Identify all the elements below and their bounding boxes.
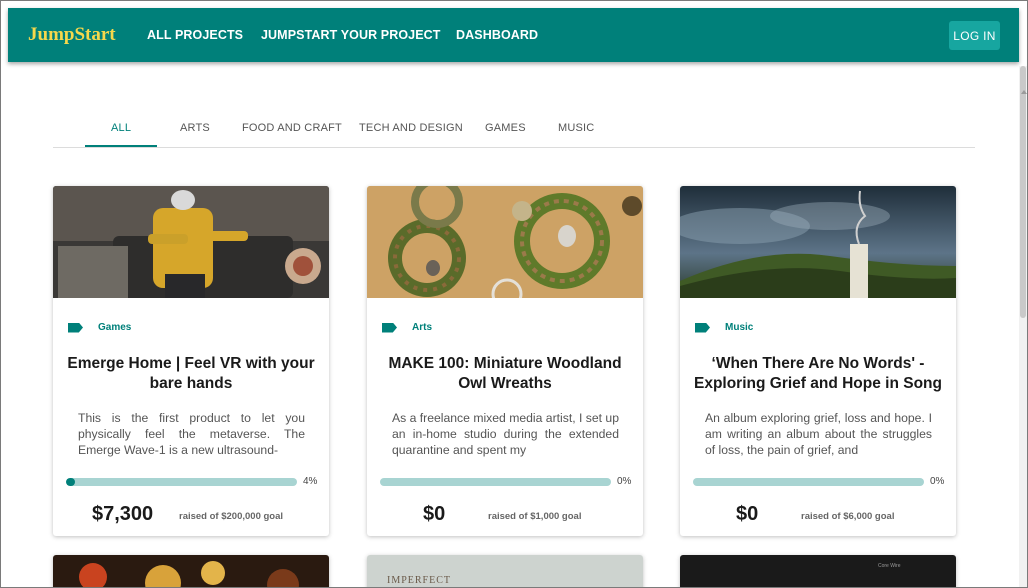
amount-raised: $7,300 — [92, 503, 154, 525]
nav-jumpstart-your-project[interactable]: JUMPSTART YOUR PROJECT — [261, 28, 441, 42]
project-description: This is the first product to let you phy… — [78, 411, 305, 457]
tag-icon — [695, 322, 710, 333]
funding-percent: 0% — [930, 476, 945, 487]
category-label: Arts — [382, 322, 432, 333]
tab-food-and-craft[interactable]: FOOD AND CRAFT — [242, 122, 342, 134]
goal-text: raised of $1,000 goal — [488, 511, 582, 522]
login-button[interactable]: LOG IN — [949, 21, 1000, 50]
project-image-vr[interactable] — [53, 186, 329, 298]
goal-text: raised of $6,000 goal — [801, 511, 895, 522]
project-title[interactable]: ‘When There Are No Words' - Exploring Gr… — [692, 354, 944, 394]
project-card-partial[interactable] — [53, 555, 329, 588]
project-image-wreaths[interactable] — [367, 186, 643, 298]
project-title[interactable]: MAKE 100: Miniature Woodland Owl Wreaths — [379, 354, 631, 394]
top-navbar: JumpStart ALL PROJECTS JUMPSTART YOUR PR… — [8, 8, 1019, 62]
project-card[interactable]: Music ‘When There Are No Words' - Explor… — [680, 186, 956, 536]
nav-all-projects[interactable]: ALL PROJECTS — [147, 28, 243, 42]
project-image-candle[interactable] — [680, 186, 956, 298]
funding-progress-bar — [693, 478, 924, 486]
tag-icon — [68, 322, 83, 333]
project-description: As a freelance mixed media artist, I set… — [392, 411, 619, 457]
tab-all[interactable]: ALL — [111, 122, 131, 134]
funding-percent: 0% — [617, 476, 632, 487]
tab-games[interactable]: GAMES — [485, 122, 526, 134]
nav-dashboard[interactable]: DASHBOARD — [456, 28, 538, 42]
project-image-device — [680, 555, 956, 588]
tab-music[interactable]: MUSIC — [558, 122, 594, 134]
device-caption-text: Core Wire — [878, 563, 901, 569]
category-label: Games — [68, 322, 131, 333]
tab-tech-and-design[interactable]: TECH AND DESIGN — [359, 122, 463, 134]
project-image-food — [53, 555, 329, 588]
amount-raised: $0 — [736, 503, 759, 525]
category-tabs: ALL ARTS FOOD AND CRAFT TECH AND DESIGN … — [53, 110, 975, 148]
brand-logo[interactable]: JumpStart — [28, 24, 116, 46]
project-title[interactable]: Emerge Home | Feel VR with your bare han… — [65, 354, 317, 394]
amount-raised: $0 — [423, 503, 446, 525]
project-card-partial[interactable]: Core Wire — [680, 555, 956, 588]
scrollbar-thumb[interactable] — [1020, 66, 1026, 318]
funding-progress-bar — [66, 478, 297, 486]
tab-arts[interactable]: ARTS — [180, 122, 210, 134]
scroll-up-arrow-icon[interactable] — [1021, 90, 1027, 94]
active-tab-indicator — [85, 145, 157, 147]
category-label: Music — [695, 322, 753, 333]
goal-text: raised of $200,000 goal — [179, 511, 284, 522]
vertical-scrollbar[interactable] — [1019, 66, 1027, 587]
project-card[interactable]: Games Emerge Home | Feel VR with your ba… — [53, 186, 329, 536]
tag-icon — [382, 322, 397, 333]
funding-percent: 4% — [303, 476, 318, 487]
project-description: An album exploring grief, loss and hope.… — [705, 411, 932, 457]
funding-progress-bar — [380, 478, 611, 486]
project-card-partial[interactable]: IMPERFECT — [367, 555, 643, 588]
map-title-text: IMPERFECT — [387, 575, 452, 586]
project-card[interactable]: Arts MAKE 100: Miniature Woodland Owl Wr… — [367, 186, 643, 536]
